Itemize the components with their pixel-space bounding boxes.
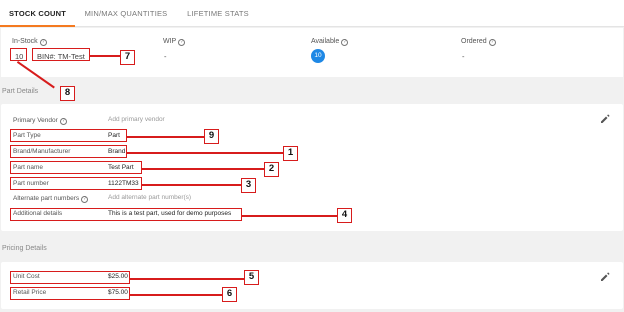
callout-line-3 — [142, 184, 241, 186]
available-label-text: Available — [311, 38, 340, 45]
callout-line-4 — [242, 215, 337, 217]
retail-price-highlight — [10, 287, 130, 300]
ordered-label: Ordered? — [461, 38, 496, 46]
alternate-part-numbers-label-text: Alternate part numbers — [13, 195, 80, 202]
callout-1: 1 — [283, 146, 298, 161]
edit-icon[interactable] — [600, 272, 610, 282]
in-stock-highlight — [10, 48, 27, 61]
part-details-title: Part Details — [2, 88, 39, 95]
available-count-badge: 10 — [311, 49, 325, 63]
callout-line-5 — [130, 278, 244, 280]
callout-line-6 — [130, 294, 222, 296]
ordered-value: - — [462, 52, 465, 61]
callout-6: 6 — [222, 287, 237, 302]
pricing-details-card: Unit Cost $25.00 Retail Price $75.00 — [1, 262, 623, 309]
pricing-details-title: Pricing Details — [2, 245, 47, 252]
bin-highlight — [32, 48, 90, 61]
tab-stock-count[interactable]: STOCK COUNT — [0, 0, 75, 27]
part-type-highlight — [10, 129, 127, 142]
unit-cost-highlight — [10, 271, 130, 284]
primary-vendor-label-text: Primary Vendor — [13, 117, 58, 124]
additional-details-highlight — [10, 208, 242, 221]
callout-7: 7 — [120, 50, 135, 65]
wip-value: - — [164, 52, 167, 61]
add-alternate-part-numbers-link[interactable]: Add alternate part number(s) — [108, 194, 191, 201]
tab-bar: STOCK COUNT MIN/MAX QUANTITIES LIFETIME … — [0, 0, 624, 27]
edit-icon[interactable] — [600, 114, 610, 124]
in-stock-label: In-Stock? — [12, 38, 47, 46]
in-stock-label-text: In-Stock — [12, 38, 38, 45]
part-name-highlight — [10, 161, 142, 174]
callout-line-2 — [142, 168, 264, 170]
callout-line-1 — [127, 152, 283, 154]
primary-vendor-label: Primary Vendor? — [13, 117, 67, 125]
callout-9: 9 — [204, 129, 219, 144]
help-icon[interactable]: ? — [59, 118, 67, 125]
tab-min-max-quantities[interactable]: MIN/MAX QUANTITIES — [78, 0, 174, 27]
callout-5: 5 — [244, 270, 259, 285]
part-number-highlight — [10, 177, 142, 190]
available-label: Available? — [311, 38, 349, 46]
callout-line-7 — [90, 55, 120, 57]
help-icon[interactable]: ? — [39, 39, 47, 46]
alternate-part-numbers-label: Alternate part numbers? — [13, 195, 89, 203]
add-primary-vendor-link[interactable]: Add primary vendor — [108, 116, 165, 123]
brand-highlight — [10, 145, 127, 158]
ordered-label-text: Ordered — [461, 38, 487, 45]
help-icon[interactable]: ? — [488, 39, 496, 46]
callout-4: 4 — [337, 208, 352, 223]
callout-line-9 — [127, 136, 204, 138]
callout-2: 2 — [264, 162, 279, 177]
help-icon[interactable]: ? — [341, 39, 349, 46]
help-icon[interactable]: ? — [178, 39, 186, 46]
wip-label-text: WIP — [163, 38, 177, 45]
tab-lifetime-stats[interactable]: LIFETIME STATS — [180, 0, 256, 27]
help-icon[interactable]: ? — [81, 196, 89, 203]
wip-label: WIP? — [163, 38, 186, 46]
callout-8: 8 — [60, 86, 75, 101]
callout-3: 3 — [241, 178, 256, 193]
